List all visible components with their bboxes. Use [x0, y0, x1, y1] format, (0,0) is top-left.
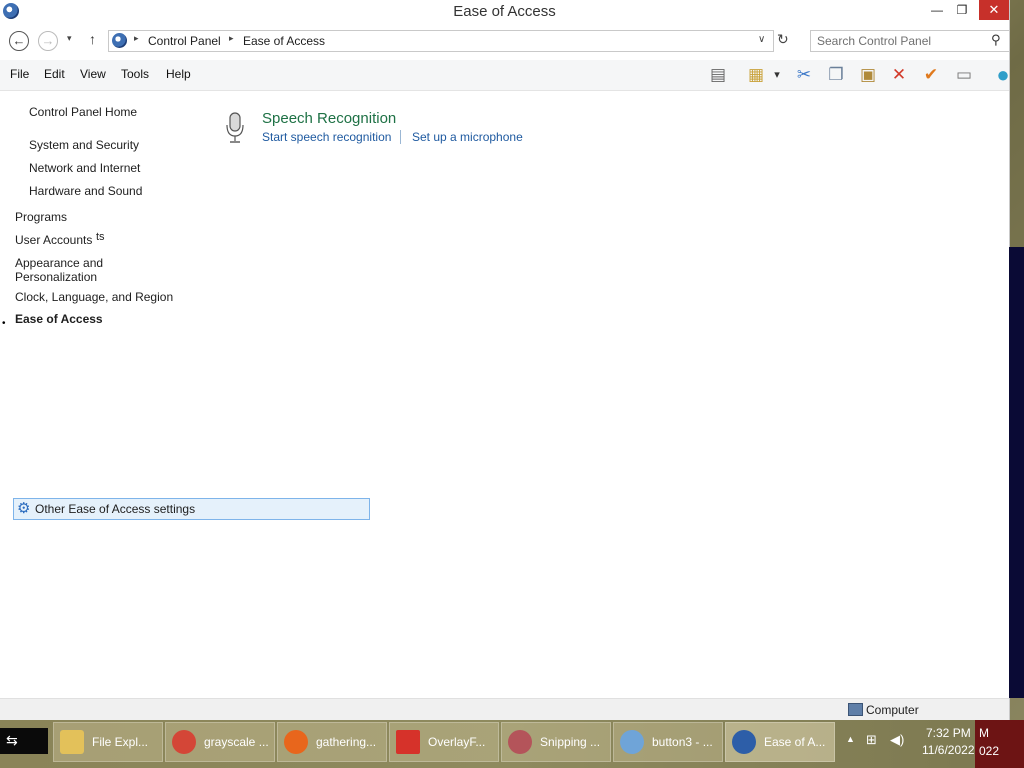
maximize-button[interactable]: ❐ [950, 0, 974, 20]
copy-icon[interactable]: ❐ [824, 64, 848, 86]
taskbar-label: gathering... [316, 735, 377, 749]
taskbar-label: Ease of A... [764, 735, 826, 749]
control-panel-window: Ease of Access — ❐ ✕ ← → ▾ ↑ ▸ Control P… [0, 0, 1010, 721]
volume-icon[interactable]: ◀) [890, 732, 904, 748]
taskbar: ⇆ File Expl... grayscale ... gathering..… [0, 720, 1024, 768]
address-bar-row: ← → ▾ ↑ ▸ Control Panel ▸ Ease of Access… [0, 28, 1010, 54]
chrome-icon [172, 730, 196, 754]
overflow-text-top: M [979, 726, 989, 740]
cut-icon[interactable]: ✂ [792, 64, 816, 86]
menu-bar: File Edit View Tools Help ▤ ▦ ▾ ✂ ❐ ▣ ✕ … [0, 60, 1010, 91]
taskbar-label: OverlayF... [428, 735, 486, 749]
taskbar-firefox[interactable]: gathering... [277, 722, 387, 762]
menu-tools[interactable]: Tools [121, 67, 149, 81]
forward-button[interactable]: → [38, 31, 58, 51]
sidebar-item-network-internet[interactable]: Network and Internet [29, 161, 140, 175]
refresh-icon[interactable]: ↻ [777, 31, 789, 48]
start-icon: ⇆ [6, 732, 18, 748]
menu-edit[interactable]: Edit [44, 67, 65, 81]
address-dropdown-icon[interactable]: ∨ [758, 34, 765, 45]
taskbar-snipping-tool[interactable]: Snipping ... [501, 722, 611, 762]
globe-icon[interactable]: ● [991, 64, 1015, 86]
dropdown-arrow-icon[interactable]: ▾ [770, 64, 784, 86]
search-box[interactable]: ⚲ [810, 30, 1010, 52]
delete-icon[interactable]: ✕ [887, 64, 911, 86]
overflow-window-edge: M 022 [975, 720, 1024, 768]
breadcrumb-separator-icon[interactable]: ▸ [229, 33, 234, 44]
other-settings-label: Other Ease of Access settings [35, 502, 196, 516]
taskbar-overlay-app[interactable]: OverlayF... [389, 722, 499, 762]
paste-icon[interactable]: ▣ [856, 64, 880, 86]
sidebar-item-system-security[interactable]: System and Security [29, 138, 139, 152]
overlay-app-icon [396, 730, 420, 754]
sidebar-item-user-accounts[interactable]: User Accounts [15, 233, 92, 247]
minimize-button[interactable]: — [925, 0, 949, 20]
rename-icon[interactable]: ▭ [952, 64, 976, 86]
search-icon[interactable]: ⚲ [991, 32, 1001, 48]
taskbar-paint[interactable]: button3 - ... [613, 722, 723, 762]
paint-icon [620, 730, 644, 754]
window-title: Ease of Access [453, 3, 556, 20]
control-panel-icon [732, 730, 756, 754]
taskbar-file-explorer[interactable]: File Expl... [53, 722, 163, 762]
properties-icon[interactable]: ▦ [744, 64, 768, 86]
address-box[interactable]: ▸ Control Panel ▸ Ease of Access ∨ [108, 30, 774, 52]
sidebar-overlap-text: ts [96, 231, 105, 243]
firefox-icon [284, 730, 308, 754]
status-bar: Computer [0, 698, 1009, 721]
title-bar[interactable]: Ease of Access — ❐ ✕ [0, 0, 1009, 24]
task-divider [400, 130, 401, 144]
menu-help[interactable]: Help [166, 67, 191, 81]
check-icon[interactable]: ✔ [919, 64, 943, 86]
close-button[interactable]: ✕ [979, 0, 1009, 20]
sidebar-control-panel-home[interactable]: Control Panel Home [29, 105, 137, 119]
control-panel-icon [112, 33, 127, 48]
sidebar-item-personalization[interactable]: Personalization [15, 270, 97, 284]
taskbar-label: File Expl... [92, 735, 149, 749]
sidebar-item-programs[interactable]: Programs [15, 210, 67, 224]
start-button[interactable]: ⇆ [0, 728, 48, 754]
network-icon[interactable]: ⊞ [866, 732, 882, 747]
background-window-edge [1009, 247, 1024, 698]
scissors-icon [508, 730, 532, 754]
menu-view[interactable]: View [80, 67, 106, 81]
breadcrumb-separator-icon[interactable]: ▸ [134, 33, 139, 44]
back-button[interactable]: ← [9, 31, 29, 51]
overflow-text-bottom: 022 [979, 744, 1000, 758]
recent-locations-chevron-icon[interactable]: ▾ [67, 33, 72, 44]
start-speech-recognition-link[interactable]: Start speech recognition [262, 130, 391, 144]
microphone-icon[interactable] [224, 112, 246, 144]
breadcrumb-control-panel[interactable]: Control Panel [148, 34, 221, 48]
up-button[interactable]: ↑ [89, 31, 96, 47]
breadcrumb-ease-of-access[interactable]: Ease of Access [243, 34, 325, 48]
current-item-bullet: • [2, 318, 6, 329]
show-hidden-icons-chevron-icon[interactable]: ▲ [846, 734, 855, 744]
layout-pane-icon[interactable]: ▤ [706, 64, 730, 86]
status-text: Computer [866, 703, 919, 717]
taskbar-ease-of-access[interactable]: Ease of A... [725, 722, 835, 762]
speech-recognition-heading[interactable]: Speech Recognition [262, 110, 396, 127]
gear-icon: ⚙ [17, 500, 31, 517]
taskbar-label: button3 - ... [652, 735, 713, 749]
menu-file[interactable]: File [10, 67, 29, 81]
sidebar-item-hardware-sound[interactable]: Hardware and Sound [29, 184, 142, 198]
taskbar-chrome[interactable]: grayscale ... [165, 722, 275, 762]
sidebar-item-ease-of-access[interactable]: Ease of Access [15, 312, 103, 326]
clock-time[interactable]: 7:32 PM [926, 726, 971, 740]
sidebar-item-appearance[interactable]: Appearance and [15, 256, 103, 270]
set-up-microphone-link[interactable]: Set up a microphone [412, 130, 523, 144]
computer-icon [848, 703, 863, 716]
other-ease-of-access-settings[interactable]: ⚙ Other Ease of Access settings [13, 498, 370, 520]
search-input[interactable] [815, 32, 989, 50]
sidebar-item-clock-language-region[interactable]: Clock, Language, and Region [15, 290, 173, 304]
clock-date[interactable]: 11/6/2022 [922, 743, 975, 757]
taskbar-label: grayscale ... [204, 735, 269, 749]
taskbar-label: Snipping ... [540, 735, 601, 749]
folder-icon [60, 730, 84, 754]
